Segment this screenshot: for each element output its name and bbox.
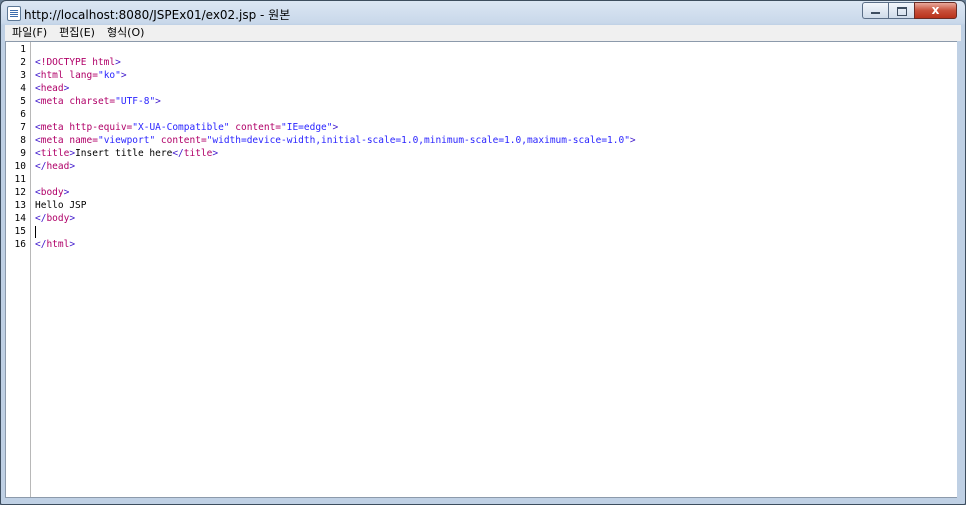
code-token: title [183, 148, 213, 159]
line-number: 11 [14, 174, 26, 185]
line-number: 14 [14, 213, 26, 224]
code-token: > [115, 57, 121, 68]
code-line: <title>Insert title here</title> [35, 147, 218, 160]
source-editor[interactable]: 1 2 3 4 5 6 7 8 9 10 11 12 13 14 15 16 <!DOCTYPE html> <… [5, 41, 958, 498]
line-number: 12 [14, 187, 26, 198]
code-line: Hello JSP [35, 199, 86, 212]
code-token: > [63, 83, 70, 94]
code-token: meta [40, 96, 64, 107]
code-token: charset= [69, 96, 116, 107]
code-line: <meta http-equiv="X-UA-Compatible" conte… [35, 121, 338, 134]
code-token: > [332, 122, 339, 133]
line-number-gutter: 1 2 3 4 5 6 7 8 9 10 11 12 13 14 15 16 [6, 42, 31, 497]
code-token: "ko" [97, 70, 121, 81]
line-number: 10 [14, 161, 26, 172]
code-line: <body> [35, 186, 69, 199]
code-token: html [40, 70, 64, 81]
code-token: > [155, 96, 161, 107]
code-token: "UTF-8" [115, 96, 156, 107]
code-token: !DOCTYPE html [40, 57, 116, 68]
code-token: meta [40, 122, 64, 133]
code-line: </html> [35, 238, 75, 251]
code-token: content= [160, 135, 207, 146]
line-number: 6 [20, 109, 26, 120]
line-number: 8 [20, 135, 26, 146]
code-line: <meta name="viewport" content="width=dev… [35, 134, 636, 147]
code-token: "width=device-width,initial-scale=1.0,mi… [206, 135, 630, 146]
window-title: http://localhost:8080/JSPEx01/ex02.jsp -… [24, 8, 291, 22]
minimize-button[interactable] [862, 2, 888, 19]
line-number: 1 [20, 44, 26, 55]
code-line: <html lang="ko"> [35, 69, 127, 82]
maximize-button[interactable] [888, 2, 914, 19]
document-icon [7, 6, 21, 21]
code-token: > [629, 135, 636, 146]
code-token: > [212, 148, 219, 159]
code-token: "viewport" [97, 135, 156, 146]
code-token: html [46, 239, 70, 250]
code-token: "IE=edge" [281, 122, 333, 133]
line-number: 5 [20, 96, 26, 107]
code-token: lang= [69, 70, 98, 81]
text-cursor [35, 226, 36, 238]
code-line: <!DOCTYPE html> [35, 56, 121, 69]
menu-edit[interactable]: 편집(E) [52, 25, 100, 41]
line-number: 3 [20, 70, 26, 81]
code-token: </ [35, 161, 47, 172]
code-token: </ [35, 213, 47, 224]
code-token: > [63, 187, 70, 198]
code-token: http-equiv= [69, 122, 133, 133]
close-button[interactable]: x [914, 2, 957, 19]
code-line: </head> [35, 160, 75, 173]
vertical-scrollbar[interactable] [957, 41, 964, 498]
code-token: > [69, 239, 76, 250]
code-token: > [69, 213, 76, 224]
code-token: body [46, 213, 70, 224]
code-token: "X-UA-Compatible" [132, 122, 230, 133]
code-token: title [40, 148, 70, 159]
code-token: content= [235, 122, 282, 133]
title-bar[interactable]: http://localhost:8080/JSPEx01/ex02.jsp -… [1, 1, 965, 25]
code-token: </ [172, 148, 184, 159]
code-token: </ [35, 239, 47, 250]
menu-file[interactable]: 파일(F) [5, 25, 52, 41]
code-token: head [46, 161, 70, 172]
source-view-window: http://localhost:8080/JSPEx01/ex02.jsp -… [0, 0, 966, 505]
window-controls: x [862, 2, 957, 19]
code-line: <meta charset="UTF-8"> [35, 95, 161, 108]
line-number: 13 [14, 200, 26, 211]
code-token: > [69, 161, 76, 172]
code-line: </body> [35, 212, 75, 225]
code-token: Hello JSP [35, 200, 87, 211]
line-number: 15 [14, 226, 26, 237]
maximize-icon [897, 7, 907, 16]
line-number: 16 [14, 239, 26, 250]
close-icon: x [931, 3, 940, 17]
code-token: body [40, 187, 64, 198]
code-line: <head> [35, 82, 69, 95]
menu-format[interactable]: 형식(O) [100, 25, 149, 41]
minimize-icon [871, 12, 880, 14]
code-token: > [120, 70, 127, 81]
menu-bar: 파일(F) 편집(E) 형식(O) [5, 25, 961, 42]
code-token: Insert title here [75, 148, 173, 159]
code-token: head [40, 83, 64, 94]
line-number: 9 [20, 148, 26, 159]
code-token: name= [69, 135, 98, 146]
line-number: 2 [20, 57, 26, 68]
line-number: 4 [20, 83, 26, 94]
code-token: meta [40, 135, 64, 146]
line-number: 7 [20, 122, 26, 133]
